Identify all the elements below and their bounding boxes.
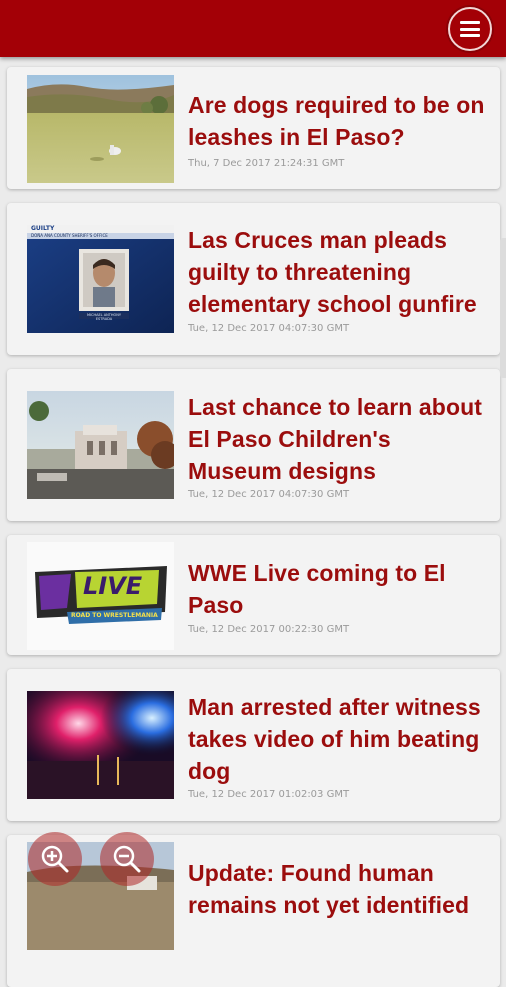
article-thumbnail: GUILTY DOÑA ANA COUNTY SHERIFF'S OFFICE … [27, 225, 174, 333]
article-thumbnail [27, 391, 174, 499]
article-card[interactable]: Last chance to learn about El Paso Child… [7, 369, 500, 521]
article-title[interactable]: Las Cruces man pleads guilty to threaten… [188, 224, 486, 320]
article-card[interactable]: Are dogs required to be on leashes in El… [7, 67, 500, 189]
article-thumbnail [27, 691, 174, 799]
article-title[interactable]: Last chance to learn about El Paso Child… [188, 391, 486, 487]
article-title[interactable]: Are dogs required to be on leashes in El… [188, 89, 486, 153]
image-tag-text: GUILTY [31, 225, 55, 232]
article-title[interactable]: Update: Found human remains not yet iden… [188, 857, 486, 921]
menu-button[interactable] [448, 7, 492, 51]
article-card[interactable]: LIVE ROAD TO WRESTLEMANIA WWE Live comin… [7, 535, 500, 655]
article-date: Thu, 7 Dec 2017 21:24:31 GMT [188, 158, 345, 169]
article-thumbnail [27, 75, 174, 183]
image-source-text: DOÑA ANA COUNTY SHERIFF'S OFFICE [31, 233, 108, 238]
article-date: Tue, 12 Dec 2017 00:22:30 GMT [188, 624, 350, 635]
article-card[interactable]: GUILTY DOÑA ANA COUNTY SHERIFF'S OFFICE … [7, 203, 500, 355]
logo-banner-text: ROAD TO WRESTLEMANIA [71, 612, 158, 619]
zoom-in-button[interactable] [28, 832, 82, 886]
article-date: Tue, 12 Dec 2017 01:02:03 GMT [188, 789, 350, 800]
article-thumbnail: LIVE ROAD TO WRESTLEMANIA [27, 542, 174, 650]
hamburger-menu-icon [460, 21, 480, 37]
zoom-in-icon [41, 845, 69, 873]
article-date: Tue, 12 Dec 2017 04:07:30 GMT [188, 489, 350, 500]
logo-text: LIVE [83, 572, 143, 600]
article-title[interactable]: Man arrested after witness takes video o… [188, 691, 486, 787]
app-header [0, 0, 506, 57]
zoom-out-icon [113, 845, 141, 873]
article-card[interactable]: Man arrested after witness takes video o… [7, 669, 500, 821]
article-title[interactable]: WWE Live coming to El Paso [188, 557, 486, 621]
image-caption-text: MICHAEL ANTHONY ESTRADA [86, 313, 122, 321]
scroll-edge-handle[interactable] [500, 238, 506, 378]
zoom-out-button[interactable] [100, 832, 154, 886]
article-date: Tue, 12 Dec 2017 04:07:30 GMT [188, 323, 350, 334]
